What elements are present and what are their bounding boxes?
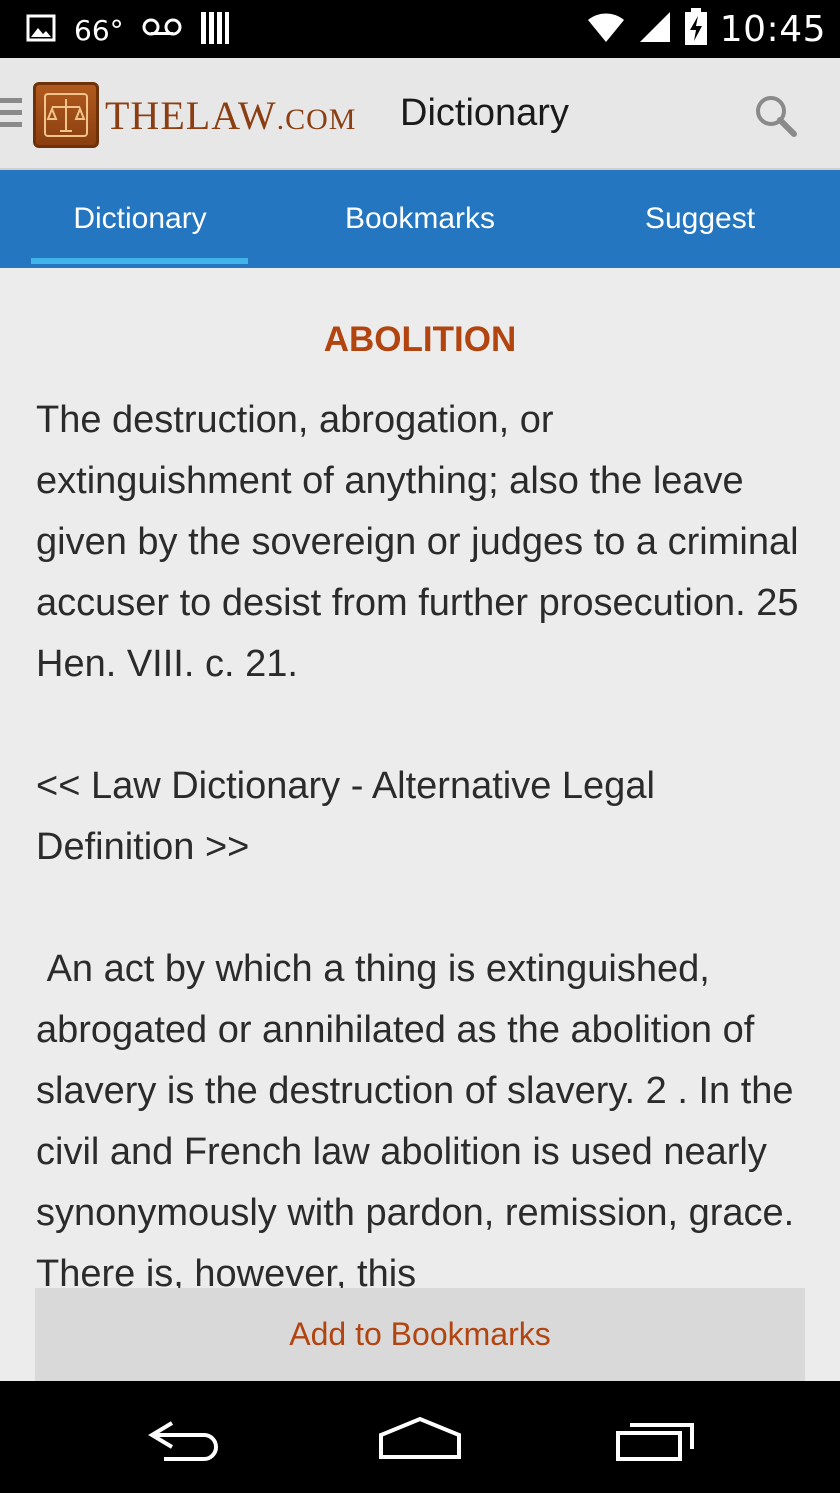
tab-bar: Dictionary Bookmarks Suggest: [0, 170, 840, 268]
drawer-menu-icon[interactable]: [0, 98, 24, 132]
term-heading: ABOLITION: [323, 320, 517, 359]
alternative-definition-link[interactable]: << Law Dictionary - Alternative Legal De…: [36, 756, 808, 878]
tab-suggest[interactable]: Suggest: [560, 170, 840, 268]
definition-paragraph: An act by which a thing is extinguished,…: [36, 948, 805, 1295]
tab-dictionary[interactable]: Dictionary: [0, 170, 280, 268]
add-to-bookmarks-button[interactable]: Add to Bookmarks: [35, 1288, 805, 1381]
definition-body: The destruction, abrogation, or extingui…: [36, 390, 808, 1305]
scales-of-justice-icon: [33, 82, 99, 148]
status-bar: 66° 10:45: [0, 0, 840, 58]
cell-signal-icon: [638, 10, 672, 49]
navigation-bar: [0, 1381, 840, 1493]
clock-text: 10:45: [719, 9, 826, 50]
logo-wordmark: THELAW.COM: [105, 92, 357, 138]
definition-paragraph: The destruction, abrogation, or extingui…: [36, 399, 799, 685]
home-icon[interactable]: [375, 1409, 465, 1465]
recent-apps-icon[interactable]: [610, 1409, 700, 1465]
app-logo[interactable]: THELAW.COM: [33, 82, 356, 148]
selected-tab-indicator: [31, 258, 248, 264]
voicemail-icon: [142, 16, 182, 45]
wifi-icon: [586, 10, 626, 49]
tab-bookmarks[interactable]: Bookmarks: [280, 170, 560, 268]
gallery-notification-icon: [26, 13, 56, 48]
page-title: Dictionary: [400, 92, 569, 134]
search-icon[interactable]: [752, 92, 800, 140]
definition-content[interactable]: ABOLITION The destruction, abrogation, o…: [0, 268, 840, 1381]
signal-bars-notification-icon: [200, 10, 230, 51]
battery-charging-icon: [684, 8, 708, 51]
temperature-text: 66°: [74, 14, 124, 47]
back-icon[interactable]: [142, 1409, 232, 1465]
action-bar: THELAW.COM Dictionary: [0, 58, 840, 170]
